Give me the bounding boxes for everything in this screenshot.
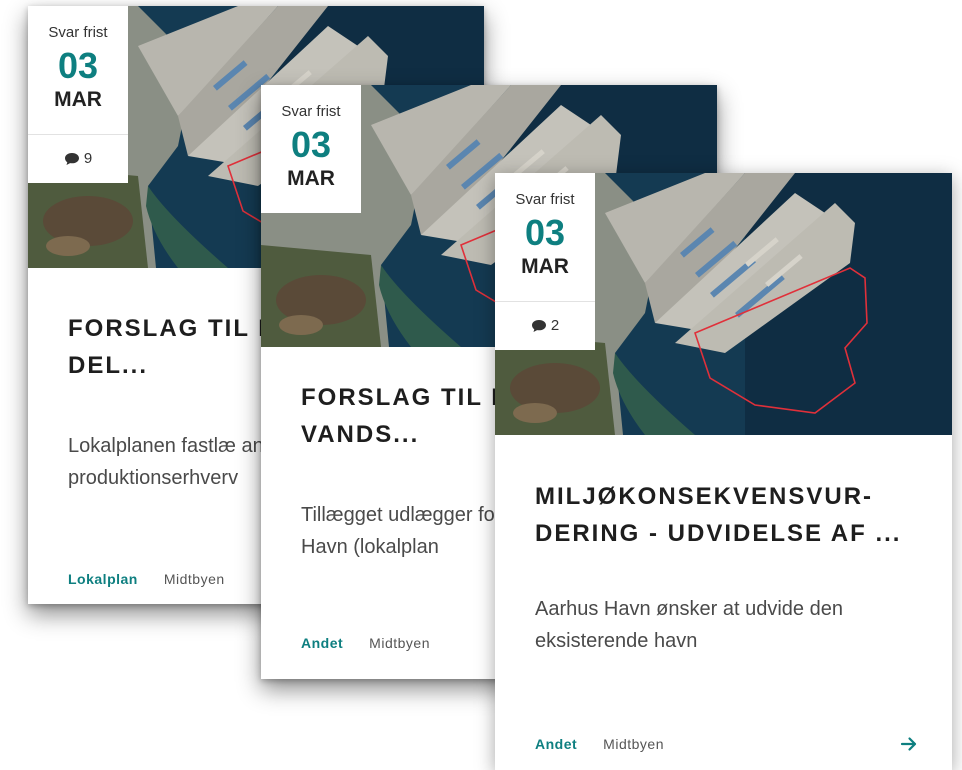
comment-count[interactable]: 9 [28, 135, 128, 183]
speech-bubble-icon [531, 320, 546, 332]
category-tag[interactable]: Andet [301, 635, 343, 651]
card-title[interactable]: MILJØKONSEKVENSVUR-DERING - UDVIDELSE AF… [535, 478, 942, 552]
area-tag[interactable]: Midtbyen [369, 635, 430, 651]
deadline-label: Svar frist [48, 24, 108, 41]
hearing-card[interactable]: Svar frist 03 MAR 2 MILJØKONSEKVENSVUR-D… [495, 173, 952, 770]
comment-count-value: 9 [83, 150, 93, 167]
comment-count-value: 2 [550, 317, 560, 334]
comment-count[interactable]: 2 [495, 302, 595, 350]
category-tag[interactable]: Lokalplan [68, 571, 138, 587]
arrow-right-icon[interactable] [900, 736, 918, 752]
card-description: Aarhus Havn ønsker at udvide den eksiste… [535, 598, 843, 652]
deadline-box: Svar frist 03 MAR 9 [28, 6, 128, 183]
card-footer: Andet Midtbyen [535, 736, 918, 752]
category-tag[interactable]: Andet [535, 736, 577, 752]
deadline-label: Svar frist [515, 191, 575, 208]
area-tag[interactable]: Midtbyen [164, 571, 225, 587]
deadline-label: Svar frist [281, 103, 341, 120]
deadline-day: 03 [57, 45, 99, 86]
deadline-month: MAR [54, 88, 102, 111]
deadline-box: Svar frist 03 MAR 2 [495, 173, 595, 350]
deadline-month: MAR [287, 167, 335, 190]
deadline-month: MAR [521, 255, 569, 278]
speech-bubble-icon [64, 153, 79, 165]
area-tag[interactable]: Midtbyen [603, 736, 664, 752]
deadline-box: Svar frist 03 MAR [261, 85, 361, 213]
deadline-day: 03 [524, 212, 566, 253]
deadline-day: 03 [290, 124, 332, 165]
